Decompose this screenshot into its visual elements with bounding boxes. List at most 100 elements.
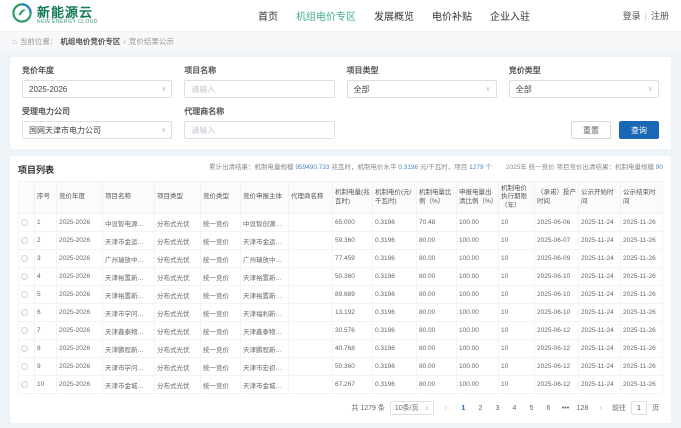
cell-ratio: 80.00 xyxy=(417,376,457,394)
cell-clear: 100.00 xyxy=(457,268,499,286)
row-checkbox[interactable] xyxy=(21,273,28,280)
pagination: 共 1279 条 10条/页 ∨ ‹ 123456•••128 › 前往 1 页 xyxy=(18,394,663,419)
page-button-4[interactable]: 4 xyxy=(508,402,521,415)
row-checkbox[interactable] xyxy=(21,309,28,316)
goto-prefix: 前往 xyxy=(612,403,626,413)
row-select-cell xyxy=(19,232,35,250)
cell-end: 2025-11-26 xyxy=(621,250,663,268)
cell-year: 2025-2026 xyxy=(57,268,103,286)
cell-years: 10 xyxy=(499,214,535,232)
page-button-128[interactable]: 128 xyxy=(576,402,589,415)
page-size-value: 10条/页 xyxy=(395,403,419,413)
cell-seq: 8 xyxy=(35,340,57,358)
cell-end: 2025-11-26 xyxy=(621,214,663,232)
row-checkbox[interactable] xyxy=(21,237,28,244)
row-select-cell xyxy=(19,268,35,286)
column-header: 公示开始时间 xyxy=(579,182,621,214)
project-name-label: 项目名称 xyxy=(184,65,334,76)
cell-ptype: 分布式光伏 xyxy=(155,340,201,358)
next-page-button[interactable]: › xyxy=(594,402,607,415)
login-link[interactable]: 登录 xyxy=(623,9,641,22)
page-button-6[interactable]: 6 xyxy=(542,402,555,415)
nav-item-首页[interactable]: 首页 xyxy=(258,8,278,23)
prev-page-button[interactable]: ‹ xyxy=(439,402,452,415)
cell-seq: 6 xyxy=(35,304,57,322)
bidding-year-select[interactable]: 2025-2026 ∨ xyxy=(22,80,172,98)
register-link[interactable]: 注册 xyxy=(651,9,669,22)
row-checkbox[interactable] xyxy=(21,327,28,334)
cell-end: 2025-11-26 xyxy=(621,286,663,304)
bidding-type-select[interactable]: 全部 ∨ xyxy=(509,80,659,98)
page-button-1[interactable]: 1 xyxy=(457,402,470,415)
column-header: 机制电价执行期限（年） xyxy=(499,182,535,214)
logo[interactable]: 新能源云 NEW ENERGY CLOUD xyxy=(12,3,98,28)
cell-ratio: 70.48 xyxy=(417,214,457,232)
cell-qty: 89.689 xyxy=(333,286,373,304)
cell-year: 2025-2026 xyxy=(57,250,103,268)
agent-name-input[interactable] xyxy=(191,126,327,135)
cell-years: 10 xyxy=(499,304,535,322)
page-button-2[interactable]: 2 xyxy=(474,402,487,415)
cell-prod: 2025-06-12 xyxy=(535,376,579,394)
project-type-select[interactable]: 全部 ∨ xyxy=(347,80,497,98)
cell-start: 2025-11-24 xyxy=(579,376,621,394)
row-select-cell xyxy=(19,214,35,232)
cell-prod: 2025-06-10 xyxy=(535,304,579,322)
cell-qty: 50.360 xyxy=(333,358,373,376)
cell-price: 0.3196 xyxy=(373,304,417,322)
query-button[interactable]: 查询 xyxy=(619,121,659,139)
breadcrumb-section[interactable]: 机组电价竞价专区 xyxy=(60,36,120,47)
page-button-3[interactable]: 3 xyxy=(491,402,504,415)
cell-project: 广州瑞放中… xyxy=(103,250,155,268)
cell-clear: 100.00 xyxy=(457,250,499,268)
cell-agent xyxy=(289,214,333,232)
nav-item-企业入驻[interactable]: 企业入驻 xyxy=(490,8,530,23)
cell-clear: 100.00 xyxy=(457,376,499,394)
cell-end: 2025-11-26 xyxy=(621,340,663,358)
column-header: 公示结束时间 xyxy=(621,182,663,214)
bidding-type-label: 竞价类型 xyxy=(509,65,659,76)
chevron-down-icon: ∨ xyxy=(648,85,653,93)
cell-prod: 2025-06-12 xyxy=(535,322,579,340)
breadcrumb-separator: › xyxy=(123,37,126,46)
table-row: 92025-2026天津市学问…分布式光伏统一竞价天津市宏初…50.3600.3… xyxy=(19,358,663,376)
table-row: 22025-2026天津市金运…分布式光伏统一竞价天津市金运…59.3600.3… xyxy=(19,232,663,250)
nav-item-发展概览[interactable]: 发展概览 xyxy=(374,8,414,23)
cell-end: 2025-11-26 xyxy=(621,358,663,376)
cell-year: 2025-2026 xyxy=(57,322,103,340)
bidding-type-value: 全部 xyxy=(516,84,532,95)
page-size-select[interactable]: 10条/页 ∨ xyxy=(390,401,434,415)
cell-project: 天津市学问… xyxy=(103,358,155,376)
field-agent-name: 代理商名称 xyxy=(184,106,334,139)
row-checkbox[interactable] xyxy=(21,291,28,298)
cell-btype: 统一竞价 xyxy=(201,214,241,232)
cell-prod: 2025-06-12 xyxy=(535,358,579,376)
cell-years: 10 xyxy=(499,268,535,286)
cell-qty: 77.459 xyxy=(333,250,373,268)
nav-item-电价补贴[interactable]: 电价补贴 xyxy=(432,8,472,23)
row-checkbox[interactable] xyxy=(21,345,28,352)
goto-page-input[interactable]: 1 xyxy=(631,401,647,415)
cell-prod: 2025-06-12 xyxy=(535,340,579,358)
table-row: 52025-2026天津裕置新…分布式光伏统一竞价天津裕置新…89.6890.3… xyxy=(19,286,663,304)
nav-item-机组电价专区[interactable]: 机组电价专区 xyxy=(296,8,356,23)
project-name-input[interactable] xyxy=(191,85,327,94)
cell-years: 10 xyxy=(499,232,535,250)
table-row: 42025-2026天津裕置新…分布式光伏统一竞价天津裕置新…50.3600.3… xyxy=(19,268,663,286)
column-header: 申报电量出清比例（%） xyxy=(457,182,499,214)
page-button-5[interactable]: 5 xyxy=(525,402,538,415)
power-company-select[interactable]: 国网天津市电力公司 ∨ xyxy=(22,121,172,139)
chevron-down-icon: ∨ xyxy=(161,126,166,134)
column-header: 序号 xyxy=(35,182,57,214)
field-bidding-type: 竞价类型 全部 ∨ xyxy=(509,65,659,98)
page: 新能源云 NEW ENERGY CLOUD 首页 机组电价专区 发展概览 电价补贴 企业… xyxy=(0,0,681,428)
row-checkbox[interactable] xyxy=(21,219,28,226)
row-checkbox[interactable] xyxy=(21,363,28,370)
row-checkbox[interactable] xyxy=(21,381,28,388)
row-checkbox[interactable] xyxy=(21,255,28,262)
cell-qty: 13.192 xyxy=(333,304,373,322)
row-select-cell xyxy=(19,250,35,268)
reset-button[interactable]: 重置 xyxy=(571,121,611,139)
cell-ptype: 分布式光伏 xyxy=(155,304,201,322)
cell-btype: 统一竞价 xyxy=(201,304,241,322)
